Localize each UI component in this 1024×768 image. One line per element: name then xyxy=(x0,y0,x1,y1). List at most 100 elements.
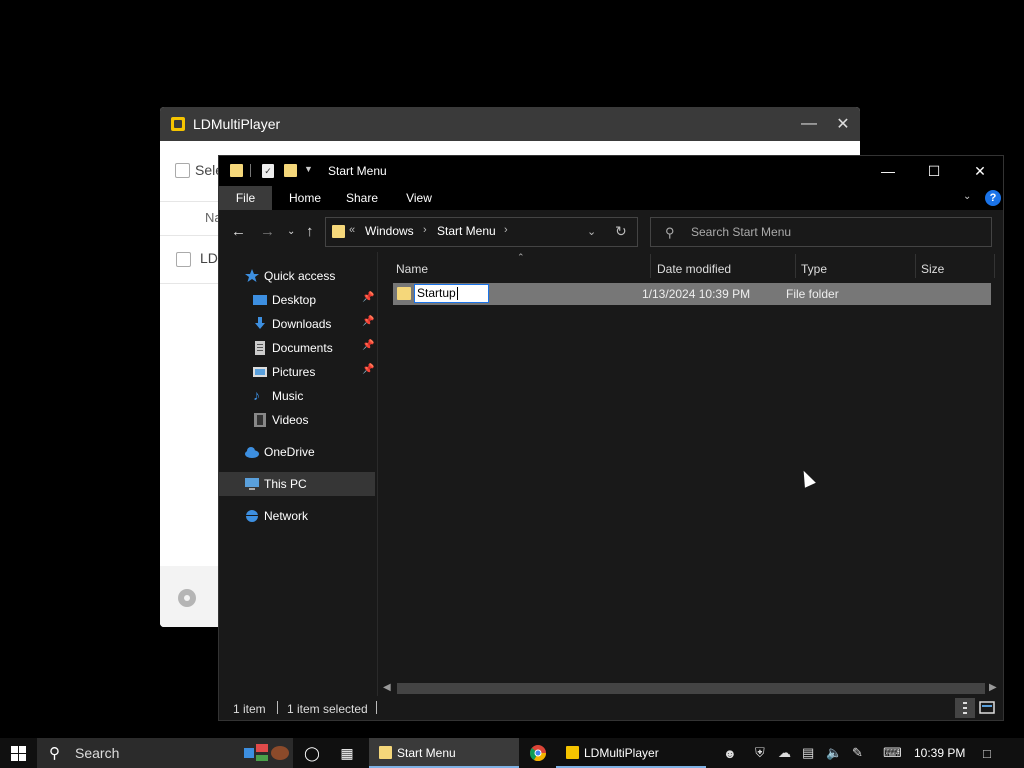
sidebar-item-downloads[interactable]: Downloads 📌 xyxy=(219,312,375,336)
scroll-right-icon[interactable]: ▶ xyxy=(989,682,997,693)
cloud-sync-icon[interactable]: ☁ xyxy=(778,738,791,768)
help-icon[interactable]: ? xyxy=(985,190,1001,206)
navigation-bar: ← → ⌄ ↑ « Windows › Start Menu › ⌄ ↻ ⚲ xyxy=(219,210,1003,252)
select-all-checkbox[interactable] xyxy=(175,163,190,178)
desktop-icon xyxy=(253,295,267,305)
search-box[interactable]: ⚲ xyxy=(650,217,992,247)
taskbar-app-ldmultiplayer[interactable]: LDMultiPlayer xyxy=(556,738,706,768)
search-icon: ⚲ xyxy=(665,225,675,240)
file-type: File folder xyxy=(786,287,839,301)
people-icon[interactable]: ☻ xyxy=(723,738,737,768)
horizontal-scrollbar[interactable]: ◀ ▶ xyxy=(379,680,1003,696)
sidebar-item-label: Videos xyxy=(272,413,309,427)
sidebar-item-videos[interactable]: Videos xyxy=(219,408,375,432)
table-row[interactable]: Startup 1/13/2024 10:39 PM File folder xyxy=(393,283,991,305)
tab-view[interactable]: View xyxy=(397,186,441,210)
taskbar-app-start-menu[interactable]: Start Menu xyxy=(369,738,519,768)
recent-locations-chevron-icon[interactable]: ⌄ xyxy=(287,226,295,237)
sidebar-item-network[interactable]: Network xyxy=(219,504,375,528)
settings-gear-icon[interactable] xyxy=(178,589,196,607)
rename-input[interactable]: Startup xyxy=(414,284,489,303)
column-separator[interactable] xyxy=(795,254,796,278)
minimize-button[interactable]: — xyxy=(865,156,911,186)
up-arrow-icon[interactable]: ↑ xyxy=(306,223,314,240)
taskbar-search[interactable]: ⚲ Search xyxy=(37,738,293,768)
tab-share[interactable]: Share xyxy=(340,186,384,210)
breadcrumb-windows[interactable]: Windows xyxy=(365,224,414,238)
file-list: ⌃ Name Date modified Type Size Startup 1… xyxy=(379,252,1003,692)
ld-window-title: LDMultiPlayer xyxy=(193,116,281,132)
ldplayer-logo-icon xyxy=(171,117,185,131)
sidebar-item-quick-access[interactable]: Quick access xyxy=(219,264,375,288)
separator xyxy=(277,701,278,714)
text-cursor xyxy=(456,287,458,301)
sidebar-item-onedrive[interactable]: OneDrive xyxy=(219,440,375,464)
notification-center-icon[interactable]: □ xyxy=(983,738,991,768)
sidebar-item-documents[interactable]: Documents 📌 xyxy=(219,336,375,360)
row-checkbox[interactable] xyxy=(176,252,191,267)
file-explorer-window: ✓ ▼ Start Menu — ☐ ✕ File Home Share Vie… xyxy=(218,155,1004,721)
refresh-icon[interactable]: ↻ xyxy=(615,223,627,240)
breadcrumb-chevron-icon[interactable]: › xyxy=(423,224,427,236)
cortana-icon[interactable]: ◯ xyxy=(298,738,326,768)
column-header-date-modified[interactable]: Date modified xyxy=(657,262,731,276)
pen-icon[interactable]: ✎ xyxy=(852,738,863,768)
search-input[interactable] xyxy=(691,223,981,241)
start-button[interactable] xyxy=(0,738,36,768)
sidebar-item-this-pc[interactable]: This PC xyxy=(219,472,375,496)
navigation-pane: Quick access Desktop 📌 Downloads 📌 Docum… xyxy=(219,252,377,696)
explorer-titlebar[interactable]: ✓ ▼ Start Menu — ☐ ✕ xyxy=(219,156,1003,186)
sidebar-item-label: This PC xyxy=(264,477,307,491)
pictures-icon xyxy=(253,367,267,377)
maximize-button[interactable]: ☐ xyxy=(911,156,957,186)
pin-icon[interactable]: 📌 xyxy=(362,340,374,351)
download-icon xyxy=(255,317,265,329)
taskbar-app-label: Start Menu xyxy=(397,746,456,760)
breadcrumb-start-menu[interactable]: Start Menu xyxy=(437,224,496,238)
properties-icon[interactable]: ✓ xyxy=(262,164,274,178)
tab-file[interactable]: File xyxy=(219,186,272,210)
shield-icon[interactable]: ⛨ xyxy=(755,738,765,768)
player-name: LD xyxy=(200,250,218,266)
scroll-left-icon[interactable]: ◀ xyxy=(383,682,391,693)
back-arrow-icon[interactable]: ← xyxy=(231,223,246,240)
volume-muted-icon[interactable]: 🔈 xyxy=(826,738,842,768)
new-folder-icon[interactable] xyxy=(284,164,297,177)
forward-arrow-icon[interactable]: → xyxy=(260,223,275,240)
task-view-icon[interactable]: ▦ xyxy=(333,738,361,768)
minimize-icon[interactable]: — xyxy=(792,107,826,141)
customize-quick-access-icon[interactable]: ▼ xyxy=(304,164,313,174)
breadcrumb-chevron-icon[interactable]: › xyxy=(504,224,508,236)
column-separator[interactable] xyxy=(915,254,916,278)
sidebar-item-label: Pictures xyxy=(272,365,316,379)
windows-logo-icon xyxy=(10,745,26,761)
details-view-icon[interactable] xyxy=(955,698,975,718)
close-icon[interactable]: ✕ xyxy=(826,107,860,141)
taskbar-app-chrome[interactable] xyxy=(522,738,554,768)
item-count: 1 item xyxy=(233,702,266,716)
tab-home[interactable]: Home xyxy=(283,186,327,210)
network-icon[interactable]: ▤ xyxy=(802,738,814,768)
expand-ribbon-chevron-icon[interactable]: ⌄ xyxy=(963,191,971,202)
address-dropdown-icon[interactable]: ⌄ xyxy=(587,225,596,238)
sidebar-item-pictures[interactable]: Pictures 📌 xyxy=(219,360,375,384)
pin-icon[interactable]: 📌 xyxy=(362,364,374,375)
overflow-chevron[interactable]: « xyxy=(349,224,355,236)
clock[interactable]: 10:39 PM xyxy=(914,746,965,760)
column-header-name[interactable]: Name xyxy=(396,262,428,276)
pin-icon[interactable]: 📌 xyxy=(362,316,374,327)
sidebar-item-music[interactable]: ♪ Music xyxy=(219,384,375,408)
column-separator[interactable] xyxy=(650,254,651,278)
large-icons-view-icon[interactable] xyxy=(977,698,997,718)
close-button[interactable]: ✕ xyxy=(957,156,1003,186)
pane-divider[interactable] xyxy=(377,252,378,696)
sidebar-item-desktop[interactable]: Desktop 📌 xyxy=(219,288,375,312)
scrollbar-thumb[interactable] xyxy=(397,683,985,694)
column-header-size[interactable]: Size xyxy=(921,262,944,276)
ld-titlebar[interactable]: LDMultiPlayer — ✕ xyxy=(160,107,860,141)
pin-icon[interactable]: 📌 xyxy=(362,292,374,303)
address-bar[interactable]: « Windows › Start Menu › ⌄ ↻ xyxy=(325,217,638,247)
column-separator[interactable] xyxy=(994,254,995,278)
column-header-type[interactable]: Type xyxy=(801,262,827,276)
keyboard-icon[interactable]: ⌨ xyxy=(883,738,902,768)
